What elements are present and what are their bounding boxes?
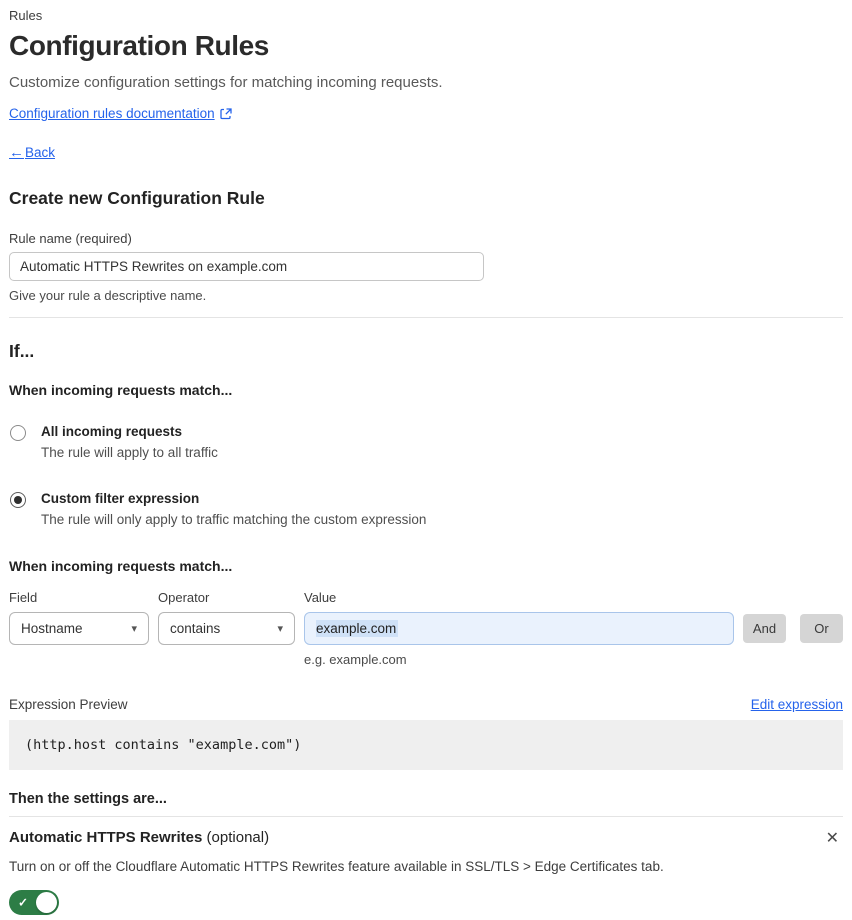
operator-label: Operator	[158, 590, 210, 605]
value-input-text: example.com	[316, 620, 399, 637]
if-heading: If...	[9, 341, 35, 361]
documentation-link-row: Configuration rules documentation	[9, 105, 843, 123]
setting-card-automatic-https-rewrites: Automatic HTTPS Rewrites (optional) ✕ Tu…	[9, 816, 843, 920]
page-subtitle: Customize configuration settings for mat…	[9, 74, 443, 91]
chevron-down-icon: ▾	[277, 623, 283, 635]
radio-option-text: Custom filter expression The rule will o…	[41, 491, 426, 527]
automatic-https-rewrites-toggle[interactable]: ✓	[9, 890, 59, 915]
radio-custom-filter-label: Custom filter expression	[41, 491, 200, 506]
rule-name-input[interactable]	[9, 252, 484, 281]
breadcrumb: Rules	[9, 8, 43, 23]
value-label: Value	[304, 590, 337, 605]
radio-option-all-incoming[interactable]: All incoming requests The rule will appl…	[9, 424, 843, 460]
builder-heading: When incoming requests match...	[9, 558, 233, 574]
expression-builder-row: Hostname ▾ contains ▾ example.com And Or	[9, 612, 843, 645]
edit-expression-link[interactable]: Edit expression	[751, 697, 843, 712]
setting-title: Automatic HTTPS Rewrites (optional)	[9, 829, 269, 846]
and-button[interactable]: And	[743, 614, 786, 643]
expression-preview-header: Expression Preview Edit expression	[9, 697, 843, 712]
match-heading: When incoming requests match...	[9, 382, 233, 398]
external-link-icon	[219, 107, 232, 119]
field-select-value: Hostname	[21, 621, 83, 636]
expression-preview-code: (http.host contains "example.com")	[9, 720, 843, 770]
radio-option-text: All incoming requests The rule will appl…	[41, 424, 218, 460]
configuration-rules-page: Rules Configuration Rules Customize conf…	[9, 8, 843, 920]
radio-option-custom-filter[interactable]: Custom filter expression The rule will o…	[9, 491, 843, 527]
section-divider	[9, 317, 843, 318]
radio-all-incoming[interactable]	[10, 425, 26, 441]
value-example-help: e.g. example.com	[304, 652, 407, 667]
chevron-down-icon: ▾	[131, 623, 137, 635]
radio-custom-filter[interactable]	[10, 492, 26, 508]
radio-all-incoming-description: The rule will apply to all traffic	[41, 445, 218, 460]
rule-name-label: Rule name (required)	[9, 231, 132, 246]
close-icon[interactable]: ✕	[822, 829, 843, 849]
field-label: Field	[9, 590, 38, 605]
field-select[interactable]: Hostname ▾	[9, 612, 149, 645]
toggle-knob	[36, 892, 57, 913]
setting-name: Automatic HTTPS Rewrites	[9, 829, 203, 846]
arrow-left-icon: ←	[9, 144, 24, 161]
builder-labels-row: Field Operator Value	[9, 590, 843, 605]
or-button[interactable]: Or	[800, 614, 843, 643]
documentation-link-label: Configuration rules documentation	[9, 106, 215, 121]
setting-description: Turn on or off the Cloudflare Automatic …	[9, 859, 664, 874]
radio-all-incoming-label: All incoming requests	[41, 424, 183, 439]
radio-custom-filter-description: The rule will only apply to traffic matc…	[41, 512, 427, 527]
check-icon: ✓	[18, 895, 29, 910]
rule-name-help: Give your rule a descriptive name.	[9, 288, 207, 303]
expression-preview-label: Expression Preview	[9, 697, 128, 712]
operator-select[interactable]: contains ▾	[158, 612, 295, 645]
create-rule-heading: Create new Configuration Rule	[9, 188, 265, 208]
documentation-link[interactable]: Configuration rules documentation	[9, 106, 232, 121]
page-title: Configuration Rules	[9, 30, 269, 61]
setting-optional-tag: (optional)	[206, 829, 270, 846]
operator-select-value: contains	[170, 621, 221, 636]
then-heading: Then the settings are...	[9, 791, 167, 807]
back-link[interactable]: ← Back	[9, 144, 55, 161]
setting-header: Automatic HTTPS Rewrites (optional) ✕	[9, 829, 843, 849]
back-link-row: ← Back	[9, 144, 843, 162]
value-input[interactable]: example.com	[304, 612, 734, 645]
back-link-label: Back	[25, 145, 56, 160]
